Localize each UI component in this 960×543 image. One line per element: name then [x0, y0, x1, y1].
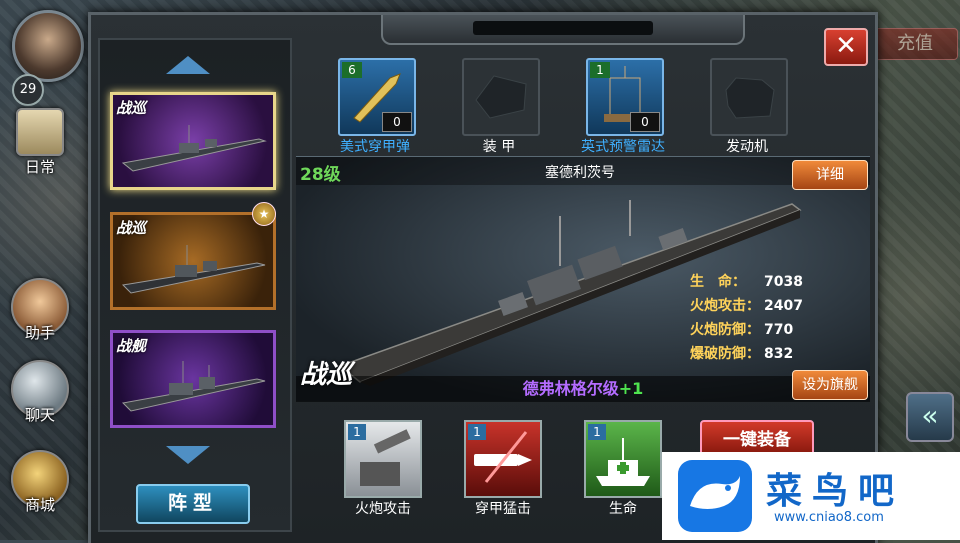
double-chevron-left-icon: «	[921, 399, 939, 432]
equip-slot-armor[interactable]	[462, 58, 540, 136]
ship-card-type: 战巡	[116, 99, 147, 117]
armor-plate-icon	[475, 75, 527, 119]
bird-logo-icon	[678, 460, 752, 532]
watermark: 菜鸟吧 www.cniao8.com	[662, 452, 960, 540]
stat-value: 832	[764, 346, 794, 362]
ship-class-name: 德弗林格尔级	[522, 379, 619, 398]
equip-label: 美式穿甲弹	[340, 139, 410, 155]
skill-label: 火炮攻击	[355, 501, 411, 517]
skill-label: 穿甲猛击	[475, 501, 531, 517]
close-button[interactable]: ✕	[824, 28, 868, 66]
collapse-menu-button[interactable]: «	[906, 392, 954, 442]
ship-card[interactable]: 战舰	[110, 330, 276, 428]
equip-slot-engine[interactable]	[710, 58, 788, 136]
skill-count: 1	[348, 424, 366, 440]
scroll-icon	[16, 108, 64, 156]
ship-card-type: 战巡	[116, 219, 147, 237]
skill-count: 1	[468, 424, 486, 440]
battlecruiser-icon	[121, 245, 266, 294]
skill-slot[interactable]: 1	[344, 420, 422, 498]
shop-label: 商城	[24, 496, 55, 514]
skill-slot[interactable]: 1	[464, 420, 542, 498]
shop-button[interactable]: 商城	[8, 450, 72, 515]
engine-icon	[725, 77, 775, 119]
ship-card[interactable]: 战巡	[110, 212, 276, 310]
equip-slot-radar[interactable]: 1 0	[586, 58, 664, 136]
star-rank-icon: ★	[252, 202, 276, 226]
assistant-button[interactable]: 助手	[8, 278, 72, 343]
stat-value: 2407	[764, 298, 803, 314]
detail-button[interactable]: 详细	[792, 160, 868, 190]
equip-count: 1	[590, 62, 610, 78]
player-avatar[interactable]	[12, 10, 84, 82]
equip-quantity: 0	[630, 112, 660, 132]
recharge-button[interactable]: 充值	[872, 28, 958, 60]
battleship-icon	[121, 361, 266, 412]
stat-row: 爆破防御： 832	[690, 342, 803, 366]
battlecruiser-icon	[121, 125, 267, 172]
ship-class-plus: +1	[618, 379, 644, 398]
scroll-up-arrow-icon[interactable]	[166, 56, 210, 74]
panel-top-ornament	[381, 15, 745, 45]
equip-slot-shell[interactable]: 6 0	[338, 58, 416, 136]
equip-label: 装 甲	[482, 139, 516, 155]
assistant-label: 助手	[24, 324, 55, 342]
watermark-title: 菜鸟吧	[766, 471, 905, 512]
stat-value: 7038	[764, 274, 803, 290]
chat-button[interactable]: 聊天	[8, 360, 72, 425]
equip-label: 发动机	[726, 139, 768, 155]
ship-class: 德弗林格尔级+1	[296, 376, 870, 402]
chat-label: 聊天	[24, 406, 55, 424]
ship-card[interactable]: 战巡	[110, 92, 276, 190]
skill-slot[interactable]: 1	[584, 420, 662, 498]
set-flagship-button[interactable]: 设为旗舰	[792, 370, 868, 400]
equip-label: 英式预警雷达	[581, 139, 665, 155]
ship-type-badge: 战巡	[300, 360, 353, 390]
player-level-badge: 29	[12, 74, 44, 106]
formation-button[interactable]: 阵型	[136, 484, 250, 524]
equip-count: 6	[342, 62, 362, 78]
equip-quantity: 0	[382, 112, 412, 132]
stat-label: 火炮防御：	[690, 322, 760, 338]
daily-button[interactable]: 日常	[8, 108, 72, 177]
stat-value: 770	[764, 322, 794, 338]
stat-row: 火炮攻击： 2407	[690, 294, 803, 318]
stat-label: 生 命：	[690, 274, 746, 290]
scroll-down-arrow-icon[interactable]	[166, 446, 210, 464]
ship-level: 28级	[300, 165, 341, 185]
stat-row: 火炮防御： 770	[690, 318, 803, 342]
stat-label: 火炮攻击：	[690, 298, 760, 314]
ship-stats: 生 命： 7038 火炮攻击： 2407 火炮防御： 770 爆破防御： 832	[690, 270, 803, 366]
stat-row: 生 命： 7038	[690, 270, 803, 294]
ship-card-type: 战舰	[116, 337, 147, 355]
skill-count: 1	[588, 424, 606, 440]
daily-label: 日常	[24, 158, 55, 176]
ship-name: 塞德利茨号	[545, 165, 615, 181]
watermark-url: www.cniao8.com	[774, 510, 884, 525]
stat-label: 爆破防御：	[690, 346, 760, 362]
